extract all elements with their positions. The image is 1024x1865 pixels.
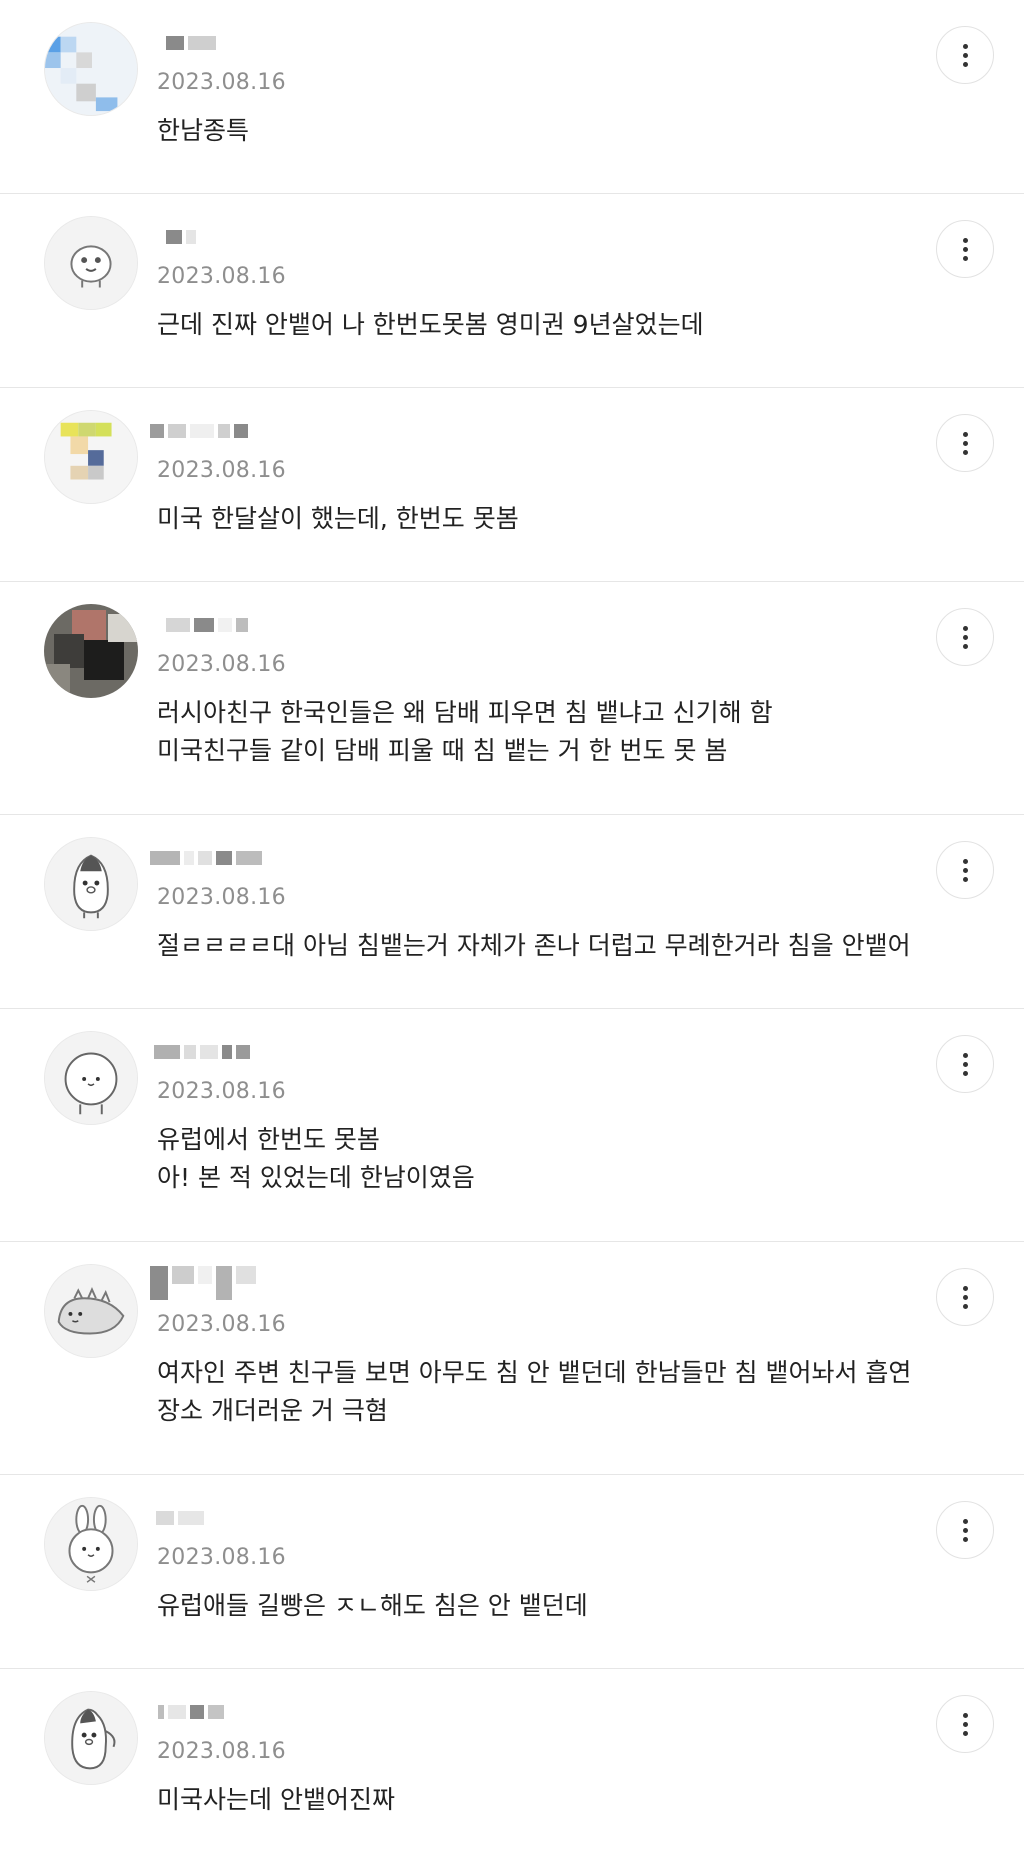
more-vertical-icon[interactable] — [936, 26, 994, 84]
comment-text: 한남종특 — [157, 116, 250, 145]
comment-item: 2023.08.16 유럽애들 길빵은 ㅈㄴ해도 침은 안 뱉던데 — [0, 1475, 1024, 1669]
username-blurred — [150, 849, 262, 867]
penguin-character-icon — [45, 1692, 137, 1784]
comment-item: 2023.08.16 여자인 주변 친구들 보면 아무도 침 안 뱉던데 한남들… — [0, 1242, 1024, 1475]
comment-date: 2023.08.16 — [157, 1312, 286, 1337]
avatar[interactable] — [44, 1497, 138, 1591]
avatar[interactable] — [44, 604, 138, 698]
username-blurred — [166, 616, 248, 634]
comment-item: 2023.08.16 근데 진짜 안뱉어 나 한번도못봄 영미권 9년살었는데 — [0, 194, 1024, 388]
more-vertical-icon[interactable] — [936, 414, 994, 472]
comment-date: 2023.08.16 — [157, 652, 286, 677]
comment-item: 2023.08.16 미국 한달살이 했는데, 한번도 못봄 — [0, 388, 1024, 582]
avatar-pixel-icon — [45, 411, 137, 503]
avatar[interactable] — [44, 1031, 138, 1125]
comment-date: 2023.08.16 — [157, 264, 286, 289]
username-blurred — [150, 422, 248, 440]
more-vertical-icon[interactable] — [936, 1268, 994, 1326]
username-blurred — [166, 34, 216, 52]
avatar[interactable] — [44, 1264, 138, 1358]
dinosaur-character-icon — [45, 1265, 137, 1357]
comment-text: 러시아친구 한국인들은 왜 담배 피우면 침 뱉냐고 신기해 함 미국친구들 같… — [157, 698, 773, 765]
username-blurred — [166, 228, 196, 246]
rabbit-character-icon — [45, 1498, 137, 1590]
comment-date: 2023.08.16 — [157, 885, 286, 910]
avatar[interactable] — [44, 837, 138, 931]
comment-text: 절ㄹㄹㄹㄹ대 아님 침뱉는거 자체가 존나 더럽고 무례한거라 침을 안뱉어 — [157, 931, 911, 960]
more-vertical-icon[interactable] — [936, 220, 994, 278]
avatar-photo-icon — [44, 604, 138, 698]
more-vertical-icon[interactable] — [936, 841, 994, 899]
avatar[interactable] — [44, 22, 138, 116]
more-vertical-icon[interactable] — [936, 608, 994, 666]
username-blurred — [158, 1703, 224, 1721]
avatar[interactable] — [44, 216, 138, 310]
bear-character-icon — [45, 217, 137, 309]
avatar-pixel-icon — [45, 23, 137, 115]
comment-item: 2023.08.16 한남종특 — [0, 0, 1024, 194]
username-blurred — [154, 1043, 250, 1061]
comment-date: 2023.08.16 — [157, 1079, 286, 1104]
avatar[interactable] — [44, 410, 138, 504]
more-vertical-icon[interactable] — [936, 1501, 994, 1559]
blob-character-icon — [45, 1032, 137, 1124]
comment-item: 2023.08.16 절ㄹㄹㄹㄹ대 아님 침뱉는거 자체가 존나 더럽고 무례한… — [0, 815, 1024, 1009]
comment-item: 2023.08.16 유럽에서 한번도 못봄 아! 본 적 있었는데 한남이였음 — [0, 1009, 1024, 1242]
comment-text: 미국 한달살이 했는데, 한번도 못봄 — [157, 504, 519, 533]
comment-text: 여자인 주변 친구들 보면 아무도 침 안 뱉던데 한남들만 침 뱉어놔서 흡연… — [157, 1358, 912, 1425]
comment-item: 2023.08.16 러시아친구 한국인들은 왜 담배 피우면 침 뱉냐고 신기… — [0, 582, 1024, 815]
comment-date: 2023.08.16 — [157, 70, 286, 95]
comment-item: 2023.08.16 미국사는데 안뱉어진짜 — [0, 1669, 1024, 1865]
comment-list: 2023.08.16 한남종특 2023.08.16 근데 진짜 안뱉어 나 한… — [0, 0, 1024, 1865]
more-vertical-icon[interactable] — [936, 1035, 994, 1093]
comment-date: 2023.08.16 — [157, 1545, 286, 1570]
comment-date: 2023.08.16 — [157, 458, 286, 483]
comment-text: 미국사는데 안뱉어진짜 — [157, 1785, 395, 1814]
comment-date: 2023.08.16 — [157, 1739, 286, 1764]
avatar[interactable] — [44, 1691, 138, 1785]
comment-text: 근데 진짜 안뱉어 나 한번도못봄 영미권 9년살었는데 — [157, 310, 704, 339]
more-vertical-icon[interactable] — [936, 1695, 994, 1753]
penguin-character-icon — [45, 838, 137, 930]
comment-text: 유럽애들 길빵은 ㅈㄴ해도 침은 안 뱉던데 — [157, 1591, 588, 1620]
username-blurred — [156, 1509, 204, 1527]
username-blurred — [150, 1266, 256, 1300]
comment-text: 유럽에서 한번도 못봄 아! 본 적 있었는데 한남이였음 — [157, 1125, 475, 1192]
